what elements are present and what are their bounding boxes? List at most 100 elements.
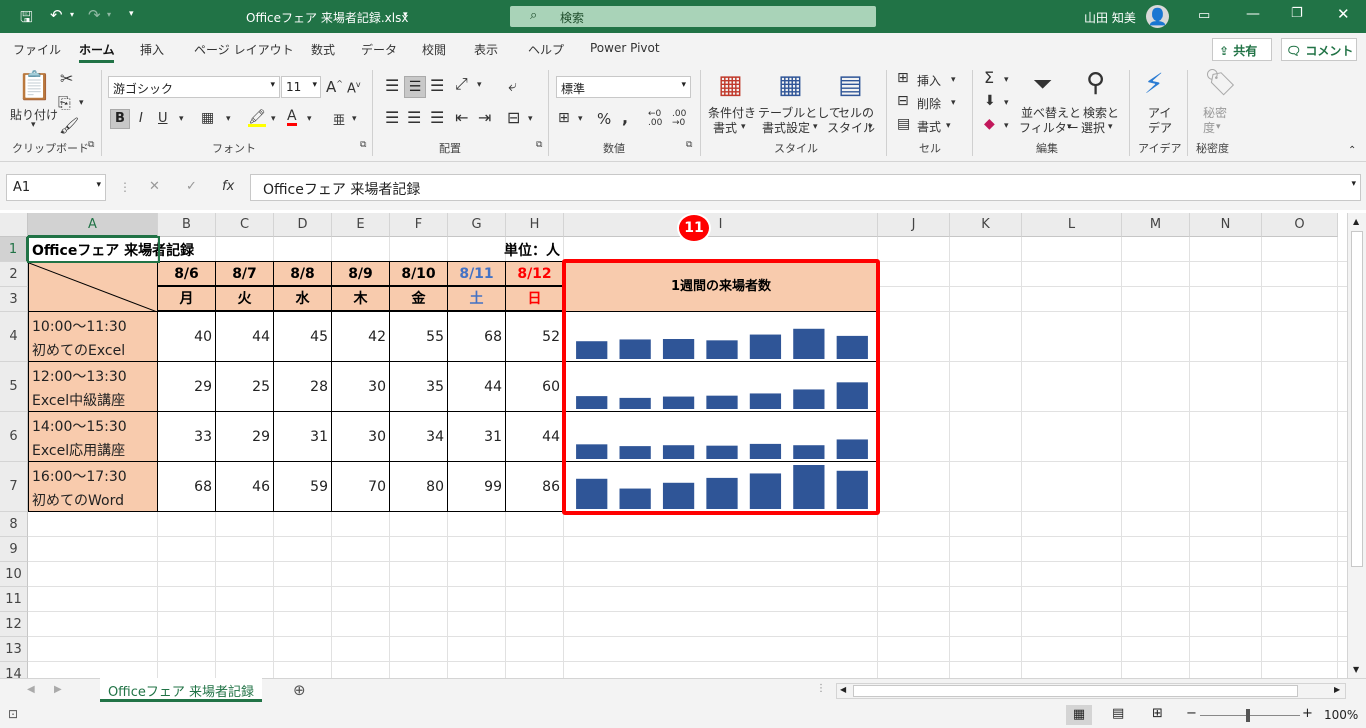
decrease-decimal-icon[interactable]: .00 →0 [672, 110, 686, 128]
border-icon[interactable]: ▦ [201, 111, 214, 125]
value-cell[interactable]: 68 [447, 311, 506, 362]
value-cell[interactable]: 30 [331, 361, 390, 412]
enter-icon[interactable]: ✓ [186, 179, 197, 194]
delete-dropdown-icon[interactable]: ▾ [951, 98, 956, 108]
alignment-launcher-icon[interactable]: ⧉ [536, 140, 542, 150]
align-right-icon[interactable]: ☰ [430, 110, 444, 126]
format-as-table-icon[interactable]: ▦ [778, 72, 803, 98]
scroll-left-icon[interactable]: ◀ [840, 685, 846, 694]
value-cell[interactable]: 28 [273, 361, 332, 412]
autosum-icon[interactable]: Σ [984, 70, 994, 86]
value-cell[interactable]: 46 [215, 461, 274, 512]
fill-dropdown-icon[interactable]: ▾ [1004, 98, 1009, 108]
value-cell[interactable]: 29 [157, 361, 216, 412]
new-sheet-icon[interactable]: ⊕ [293, 681, 306, 699]
row-header-13[interactable]: 13 [0, 637, 28, 662]
comma-icon[interactable]: , [622, 108, 628, 127]
fill-color-icon[interactable]: 🖍 [248, 110, 266, 127]
increase-decimal-icon[interactable]: ←0.00 [648, 110, 662, 128]
hscroll-thumb[interactable] [853, 685, 1298, 697]
paste-icon[interactable]: 📋 [17, 72, 52, 100]
next-sheet-icon[interactable]: ▶ [54, 684, 62, 695]
value-cell[interactable]: 60 [505, 361, 564, 412]
align-top-icon[interactable]: ☰ [385, 78, 399, 94]
row-header-4[interactable]: 4 [0, 312, 28, 362]
underline-button[interactable]: U [158, 111, 168, 126]
column-header-c[interactable]: C [216, 213, 274, 237]
worksheet-grid[interactable]: ABCDEFGHIJKLMNO 1 2 3 4 5 6 7 8 9 10 11 12 13 14 Offi… [0, 213, 1347, 678]
underline-dropdown-icon[interactable]: ▾ [179, 114, 184, 124]
row-header-7[interactable]: 7 [0, 462, 28, 512]
name-box[interactable]: A1 ▾ [6, 174, 106, 201]
decrease-indent-icon[interactable]: ⇤ [455, 110, 468, 126]
zoom-out-icon[interactable]: − [1186, 706, 1197, 721]
page-layout-view-icon[interactable]: ▤ [1112, 706, 1124, 721]
share-button[interactable]: ⇪ 共有 [1212, 38, 1272, 61]
value-cell[interactable]: 31 [447, 411, 506, 462]
save-icon[interactable]: 🖫 [20, 7, 33, 32]
value-cell[interactable]: 59 [273, 461, 332, 512]
clear-dropdown-icon[interactable]: ▾ [1004, 121, 1009, 131]
column-header-l[interactable]: L [1022, 213, 1122, 237]
fill-color-dropdown-icon[interactable]: ▾ [271, 114, 276, 124]
row-header-12[interactable]: 12 [0, 612, 28, 637]
tab-page-layout[interactable]: ページ レイアウト [194, 41, 294, 58]
row-header-14[interactable]: 14 [0, 662, 28, 678]
zoom-slider[interactable] [1200, 715, 1300, 716]
orientation-icon[interactable]: ⤢ [455, 76, 468, 92]
value-cell[interactable]: 44 [447, 361, 506, 412]
merge-center-icon[interactable]: ⊟ [507, 110, 520, 126]
paste-dropdown-icon[interactable]: ▾ [31, 120, 36, 130]
column-header-e[interactable]: E [332, 213, 390, 237]
cancel-icon[interactable]: ✕ [149, 179, 160, 194]
undo-dropdown-icon[interactable]: ▾ [70, 10, 74, 19]
column-header-g[interactable]: G [448, 213, 506, 237]
cut-icon[interactable]: ✂ [60, 71, 73, 87]
sheet-tab-active[interactable]: Officeフェア 来場者記録 [100, 678, 262, 702]
accounting-dropdown-icon[interactable]: ▾ [578, 114, 583, 124]
value-cell[interactable]: 55 [389, 311, 448, 362]
column-header-b[interactable]: B [158, 213, 216, 237]
insert-cells-label[interactable]: 挿入 [917, 72, 941, 89]
scroll-thumb[interactable] [1351, 231, 1363, 567]
scroll-right-icon[interactable]: ▶ [1334, 685, 1340, 694]
format-cells-label[interactable]: 書式 [917, 118, 941, 135]
clipboard-launcher-icon[interactable]: ⧉ [88, 140, 94, 150]
hscroll-split-icon[interactable]: ⋮ [816, 683, 826, 694]
insert-dropdown-icon[interactable]: ▾ [951, 75, 956, 85]
conditional-format-icon[interactable]: ▦ [718, 72, 743, 98]
row-header-2[interactable]: 2 [0, 262, 28, 287]
value-cell[interactable]: 42 [331, 311, 390, 362]
conditional-format-dropdown-icon[interactable]: ▾ [741, 122, 746, 132]
value-cell[interactable]: 35 [389, 361, 448, 412]
align-middle-button[interactable]: ☰ [404, 76, 426, 98]
fill-icon[interactable]: ⬇ [984, 94, 996, 108]
ribbon-display-icon[interactable]: ▭ [1198, 8, 1210, 23]
number-launcher-icon[interactable]: ⧉ [686, 140, 692, 150]
zoom-level[interactable]: 100% [1324, 708, 1358, 722]
value-cell[interactable]: 44 [505, 411, 564, 462]
expand-formula-icon[interactable]: ▾ [1351, 179, 1356, 189]
find-select-label-2[interactable]: 選択 [1081, 119, 1105, 136]
value-cell[interactable]: 70 [331, 461, 390, 512]
format-as-table-label-2[interactable]: 書式設定 [762, 119, 810, 136]
cell-styles-dropdown-icon[interactable]: ▾ [868, 122, 873, 132]
minimize-icon[interactable]: — [1246, 6, 1260, 22]
phonetic-icon[interactable]: 亜 [333, 111, 345, 128]
tab-power-pivot[interactable]: Power Pivot [590, 41, 660, 55]
value-cell[interactable]: 44 [215, 311, 274, 362]
horizontal-scrollbar[interactable]: ◀ ▶ [836, 683, 1346, 699]
delete-cells-label[interactable]: 削除 [917, 95, 941, 112]
format-as-table-dropdown-icon[interactable]: ▾ [813, 122, 818, 132]
redo-icon[interactable]: ↷ [88, 6, 101, 24]
column-header-a[interactable]: A [28, 213, 158, 237]
font-color-dropdown-icon[interactable]: ▾ [307, 114, 312, 124]
collapse-ribbon-icon[interactable]: ⌃ [1348, 145, 1356, 156]
value-cell[interactable]: 80 [389, 461, 448, 512]
sensitivity-dropdown-icon[interactable]: ▾ [1216, 122, 1221, 132]
align-left-icon[interactable]: ☰ [385, 110, 399, 126]
border-dropdown-icon[interactable]: ▾ [226, 114, 231, 124]
normal-view-button[interactable]: ▦ [1066, 705, 1092, 725]
bold-button[interactable]: B [110, 109, 130, 129]
format-dropdown-icon[interactable]: ▾ [946, 121, 951, 131]
